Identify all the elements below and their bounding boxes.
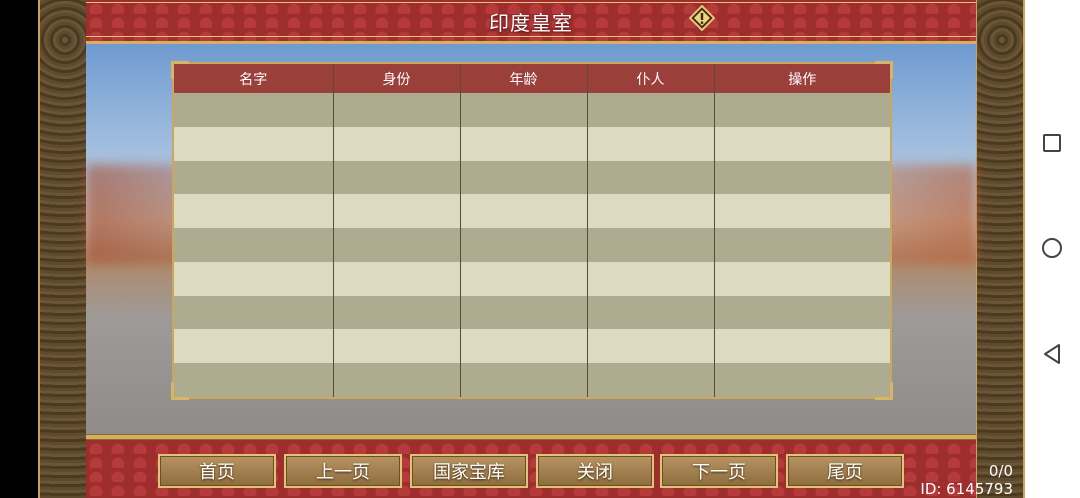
- table-cell: [460, 160, 588, 195]
- column-header-name: 名字: [174, 64, 334, 93]
- table-row: [174, 160, 890, 195]
- table-header-row: 名字 身份 年龄 仆人 操作: [174, 64, 890, 93]
- table-cell: [333, 228, 461, 262]
- next-page-button[interactable]: 下一页: [660, 454, 778, 488]
- table-cell: [714, 160, 890, 195]
- column-header-servants: 仆人: [587, 64, 715, 93]
- table-cell: [460, 194, 588, 229]
- table-cell: [587, 194, 715, 229]
- column-header-rank: 身份: [333, 64, 461, 93]
- circle-icon[interactable]: [1042, 238, 1062, 258]
- table-cell: [333, 295, 461, 330]
- right-dragon-border: [975, 0, 1025, 498]
- table-cell: [460, 329, 588, 364]
- table-cell: [174, 329, 334, 364]
- table-cell: [714, 228, 890, 262]
- table-cell: [587, 228, 715, 262]
- square-icon[interactable]: [1043, 134, 1061, 152]
- table-cell: [333, 261, 461, 296]
- prev-page-button[interactable]: 上一页: [284, 454, 402, 488]
- table-cell: [333, 160, 461, 195]
- table-cell: [714, 363, 890, 397]
- left-letterbox: [0, 0, 38, 498]
- user-id-label: ID: 6145793: [920, 480, 1013, 498]
- table-cell: [174, 261, 334, 296]
- table-cell: [460, 126, 588, 161]
- table-row: [174, 363, 890, 397]
- column-header-age: 年龄: [460, 64, 588, 93]
- table-cell: [174, 93, 334, 127]
- table-cell: [587, 363, 715, 397]
- table-cell: [587, 329, 715, 364]
- treasury-button[interactable]: 国家宝库: [410, 454, 528, 488]
- table-cell: [587, 93, 715, 127]
- page-title: 印度皇室: [489, 11, 573, 35]
- table-cell: [587, 261, 715, 296]
- corner-ornament: [171, 382, 189, 400]
- table-cell: [174, 295, 334, 330]
- table-cell: [714, 295, 890, 330]
- table-cell: [460, 295, 588, 330]
- last-page-button[interactable]: 尾页: [786, 454, 904, 488]
- table-cell: [174, 228, 334, 262]
- table-cell: [714, 329, 890, 364]
- corner-ornament: [875, 61, 893, 79]
- table-cell: [333, 126, 461, 161]
- left-dragon-border: [38, 0, 88, 498]
- android-nav-bar: [1025, 0, 1080, 498]
- table-row: [174, 261, 890, 296]
- royal-table: 名字 身份 年龄 仆人 操作: [171, 61, 893, 400]
- title-bar: 印度皇室: [86, 0, 976, 44]
- table-cell: [460, 228, 588, 262]
- table-cell: [333, 194, 461, 229]
- table-cell: [174, 194, 334, 229]
- table-cell: [587, 160, 715, 195]
- table-cell: [714, 93, 890, 127]
- table-cell: [714, 261, 890, 296]
- table-cell: [333, 93, 461, 127]
- royal-list-table: 名字 身份 年龄 仆人 操作: [174, 64, 890, 397]
- table-cell: [460, 93, 588, 127]
- table-row: [174, 329, 890, 364]
- table-row: [174, 194, 890, 229]
- table-cell: [714, 194, 890, 229]
- close-button[interactable]: 关闭: [536, 454, 654, 488]
- page-counter: 0/0: [988, 462, 1013, 480]
- table-cell: [460, 363, 588, 397]
- table-cell: [714, 126, 890, 161]
- table-row: [174, 295, 890, 330]
- column-header-actions: 操作: [714, 64, 890, 93]
- game-window: 印度皇室 名字 身份 年龄 仆人 操作 首页 上一页 国家宝库 关闭 下一页 尾…: [38, 0, 1025, 498]
- table-row: [174, 126, 890, 161]
- table-row: [174, 93, 890, 127]
- table-cell: [174, 126, 334, 161]
- table-row: [174, 228, 890, 262]
- first-page-button[interactable]: 首页: [158, 454, 276, 488]
- table-cell: [333, 329, 461, 364]
- table-cell: [587, 295, 715, 330]
- corner-ornament: [875, 382, 893, 400]
- table-cell: [174, 363, 334, 397]
- table-cell: [587, 126, 715, 161]
- corner-ornament: [171, 61, 189, 79]
- table-cell: [460, 261, 588, 296]
- table-cell: [174, 160, 334, 195]
- warning-icon[interactable]: [689, 5, 715, 31]
- table-cell: [333, 363, 461, 397]
- triangle-back-icon[interactable]: [1042, 343, 1062, 365]
